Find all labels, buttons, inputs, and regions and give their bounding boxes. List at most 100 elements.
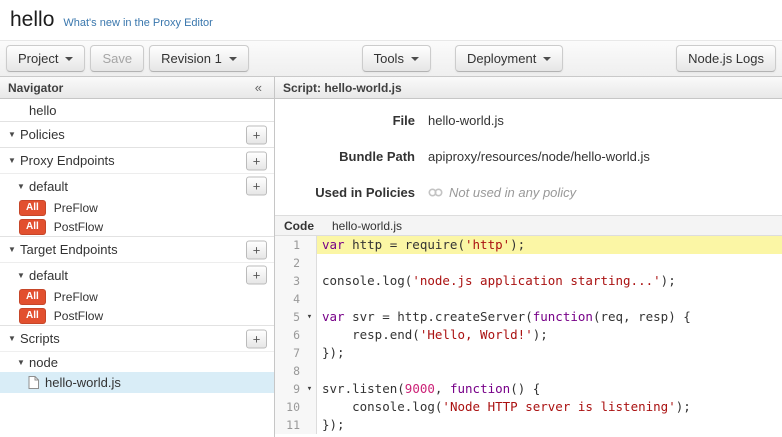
fold-marker-icon — [303, 416, 317, 434]
code-token: ); — [661, 273, 676, 288]
whats-new-link[interactable]: What's new in the Proxy Editor — [63, 17, 212, 29]
nav-subsection-default[interactable]: ▼default+ — [0, 173, 274, 198]
field-label: Used in Policies — [275, 185, 415, 200]
fold-marker-icon — [303, 290, 317, 308]
field-label: Bundle Path — [275, 149, 415, 164]
collapse-navigator-button[interactable]: « — [251, 80, 266, 95]
caret-down-icon — [65, 57, 73, 61]
code-token: svr = http.createServer( — [345, 309, 533, 324]
nav-label: PostFlow — [54, 309, 103, 323]
nodejs-logs-button[interactable]: Node.js Logs — [676, 45, 776, 72]
tools-menu-button[interactable]: Tools — [362, 45, 431, 72]
line-number: 4 — [275, 290, 303, 308]
fold-marker-icon — [303, 344, 317, 362]
nodejs-logs-label: Node.js Logs — [688, 51, 764, 66]
fold-marker-icon — [303, 254, 317, 272]
add-button[interactable]: + — [246, 177, 267, 196]
fold-marker-icon — [303, 398, 317, 416]
nav-subsection-default[interactable]: ▼default+ — [0, 262, 274, 287]
nav-file-hello-world-js[interactable]: hello-world.js — [0, 372, 274, 393]
code-line-10[interactable]: 10 console.log('Node HTTP server is list… — [275, 398, 782, 416]
project-menu-button[interactable]: Project — [6, 45, 85, 72]
code-editor[interactable]: 1var http = require('http');23console.lo… — [275, 236, 782, 437]
code-line-1[interactable]: 1var http = require('http'); — [275, 236, 782, 254]
nav-flow-postflow[interactable]: AllPostFlow — [0, 306, 274, 325]
toolbar: Project Save Revision 1 Tools Deployment… — [0, 40, 782, 77]
script-panel-header: Script: hello-world.js — [275, 77, 782, 99]
save-label: Save — [102, 51, 132, 66]
code-token: function — [450, 381, 510, 396]
add-button[interactable]: + — [246, 266, 267, 285]
code-token: ); — [676, 399, 691, 414]
code-text: var svr = http.createServer(function(req… — [317, 308, 782, 326]
add-button[interactable]: + — [246, 125, 267, 144]
nav-label: hello-world.js — [45, 375, 121, 390]
nav-item-hello[interactable]: hello — [0, 99, 274, 121]
code-line-9[interactable]: 9▾svr.listen(9000, function() { — [275, 380, 782, 398]
revision-menu-button[interactable]: Revision 1 — [149, 45, 249, 72]
add-button[interactable]: + — [246, 151, 267, 170]
line-number: 10 — [275, 398, 303, 416]
code-line-11[interactable]: 11}); — [275, 416, 782, 434]
field-value: apiproxy/resources/node/hello-world.js — [428, 149, 650, 164]
code-line-3[interactable]: 3console.log('node.js application starti… — [275, 272, 782, 290]
nav-flow-preflow[interactable]: AllPreFlow — [0, 198, 274, 217]
nav-flow-postflow[interactable]: AllPostFlow — [0, 217, 274, 236]
caret-down-icon — [543, 57, 551, 61]
code-line-2[interactable]: 2 — [275, 254, 782, 272]
code-token: svr.listen( — [322, 381, 405, 396]
code-token: }); — [322, 345, 345, 360]
code-line-7[interactable]: 7}); — [275, 344, 782, 362]
fold-marker-icon[interactable]: ▾ — [303, 380, 317, 398]
line-number: 9 — [275, 380, 303, 398]
code-token: console.log( — [322, 399, 442, 414]
nav-folder-node[interactable]: ▼node — [0, 351, 274, 372]
fold-marker-icon — [303, 236, 317, 254]
fold-marker-icon[interactable]: ▾ — [303, 308, 317, 326]
deployment-menu-button[interactable]: Deployment — [455, 45, 563, 72]
add-button[interactable]: + — [246, 329, 267, 348]
line-number: 2 — [275, 254, 303, 272]
page-title: hello — [10, 8, 54, 32]
code-token: var — [322, 237, 345, 252]
navigator-header: Navigator « — [0, 77, 274, 99]
script-panel-title: Script: hello-world.js — [283, 81, 402, 95]
nav-section-scripts[interactable]: ▼Scripts+ — [0, 325, 274, 351]
line-number: 1 — [275, 236, 303, 254]
expand-caret-icon: ▼ — [8, 130, 20, 139]
code-token: console.log( — [322, 273, 412, 288]
flow-condition-badge: All — [19, 200, 46, 216]
code-filename: hello-world.js — [332, 219, 402, 233]
code-text: svr.listen(9000, function() { — [317, 380, 782, 398]
nav-label: PostFlow — [54, 220, 103, 234]
nav-label: node — [29, 355, 58, 370]
code-line-5[interactable]: 5▾var svr = http.createServer(function(r… — [275, 308, 782, 326]
nav-section-policies[interactable]: ▼Policies+ — [0, 121, 274, 147]
nav-label: Scripts — [20, 331, 60, 346]
code-text: resp.end('Hello, World!'); — [317, 326, 782, 344]
fold-marker-icon — [303, 362, 317, 380]
fold-marker-icon — [303, 272, 317, 290]
code-token: 9000 — [405, 381, 435, 396]
save-button[interactable]: Save — [90, 45, 144, 72]
nav-flow-preflow[interactable]: AllPreFlow — [0, 287, 274, 306]
nav-section-proxy-endpoints[interactable]: ▼Proxy Endpoints+ — [0, 147, 274, 173]
script-detail-panel: Script: hello-world.js File hello-world.… — [275, 77, 782, 437]
code-text: console.log('Node HTTP server is listeni… — [317, 398, 782, 416]
field-value: Not used in any policy — [428, 185, 576, 200]
code-line-6[interactable]: 6 resp.end('Hello, World!'); — [275, 326, 782, 344]
nav-section-target-endpoints[interactable]: ▼Target Endpoints+ — [0, 236, 274, 262]
add-button[interactable]: + — [246, 240, 267, 259]
code-line-4[interactable]: 4 — [275, 290, 782, 308]
code-line-8[interactable]: 8 — [275, 362, 782, 380]
field-label: File — [275, 113, 415, 128]
code-token: ); — [510, 237, 525, 252]
page-header: hello What's new in the Proxy Editor — [0, 0, 782, 40]
field-bundle-path: Bundle Path apiproxy/resources/node/hell… — [275, 143, 782, 169]
code-token: }); — [322, 417, 345, 432]
used-in-policies-text: Not used in any policy — [449, 185, 576, 200]
code-token: 'node.js application starting...' — [412, 273, 660, 288]
expand-caret-icon: ▼ — [17, 271, 29, 280]
field-used-in-policies: Used in Policies Not used in any policy — [275, 179, 782, 205]
line-number: 6 — [275, 326, 303, 344]
